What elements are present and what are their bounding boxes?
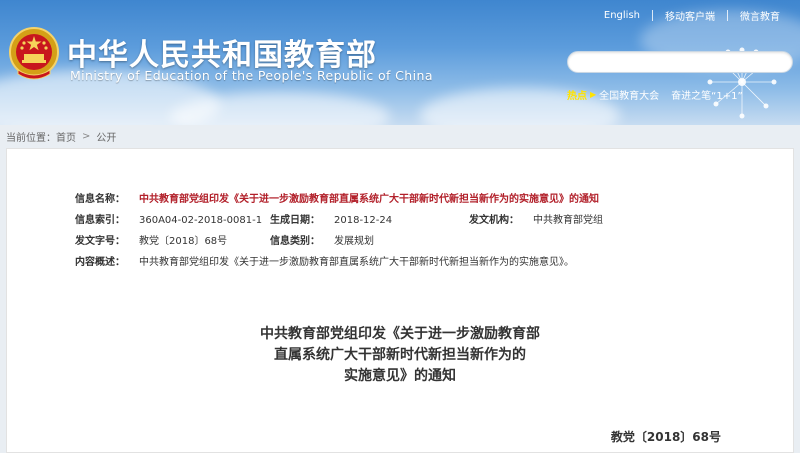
document-title-line: 实施意见》的通知 bbox=[344, 368, 456, 384]
hot-item-fenjin[interactable]: 奋进之笔“1+1” bbox=[671, 87, 742, 102]
document-title-line: 直属系统广大干部新时代新担当新作为的 bbox=[274, 347, 526, 363]
index-label: 信息索引： bbox=[75, 215, 125, 226]
hot-topics: 热点 ▶ 全国教育大会 奋进之笔“1+1” bbox=[567, 87, 755, 102]
divider bbox=[652, 10, 653, 21]
summary-label: 内容概述： bbox=[75, 257, 125, 268]
docno-label: 发文字号： bbox=[75, 236, 125, 247]
content-panel: 信息名称： 中共教育部党组印发《关于进一步激励教育部直属系统广大干部新时代新担当… bbox=[6, 148, 794, 453]
mobile-client-link[interactable]: 移动客户端 bbox=[665, 8, 715, 23]
breadcrumb-prefix: 当前位置： bbox=[6, 133, 56, 144]
weiyan-link[interactable]: 微言教育 bbox=[740, 8, 780, 23]
document-title: 中共教育部党组印发《关于进一步激励教育部 直属系统广大干部新时代新担当新作为的 … bbox=[7, 324, 793, 387]
summary-value: 中共教育部党组印发《关于进一步激励教育部直属系统广大干部新时代新担当新作为的实施… bbox=[139, 257, 574, 268]
org-label: 发文机构： bbox=[469, 215, 519, 226]
breadcrumb: 当前位置： 首页 > 公开 bbox=[6, 129, 116, 144]
english-link[interactable]: English bbox=[604, 10, 640, 21]
date-label: 生成日期： bbox=[270, 215, 320, 226]
document-title-line: 中共教育部党组印发《关于进一步激励教育部 bbox=[260, 326, 540, 342]
top-links: English 移动客户端 微言教育 bbox=[604, 8, 780, 23]
breadcrumb-home[interactable]: 首页 bbox=[56, 129, 76, 144]
org-value: 中共教育部党组 bbox=[533, 215, 603, 226]
index-value: 360A04-02-2018-0081-1 bbox=[139, 215, 263, 226]
divider bbox=[727, 10, 728, 21]
breadcrumb-separator: > bbox=[82, 131, 91, 142]
category-value: 发展规划 bbox=[334, 236, 374, 247]
site-header: English 移动客户端 微言教育 中华人民共和国教育部 Ministry o… bbox=[0, 0, 800, 125]
play-arrow-icon: ▶ bbox=[590, 90, 597, 99]
document-number: 教党〔2018〕68号 bbox=[610, 430, 721, 444]
hot-item-education-conference[interactable]: 全国教育大会 bbox=[599, 87, 659, 102]
date-value: 2018-12-24 bbox=[334, 215, 393, 226]
name-label: 信息名称： bbox=[75, 194, 125, 205]
breadcrumb-public[interactable]: 公开 bbox=[96, 129, 116, 144]
category-label: 信息类别： bbox=[270, 236, 320, 247]
national-emblem-icon[interactable] bbox=[8, 26, 60, 82]
search-input[interactable] bbox=[568, 54, 792, 74]
site-subtitle: Ministry of Education of the People's Re… bbox=[70, 68, 433, 83]
name-value: 中共教育部党组印发《关于进一步激励教育部直属系统广大干部新时代新担当新作为的实施… bbox=[139, 194, 599, 205]
search-box[interactable] bbox=[567, 51, 793, 74]
hot-label: 热点 bbox=[567, 91, 587, 102]
docno-value: 教党〔2018〕68号 bbox=[139, 236, 228, 247]
